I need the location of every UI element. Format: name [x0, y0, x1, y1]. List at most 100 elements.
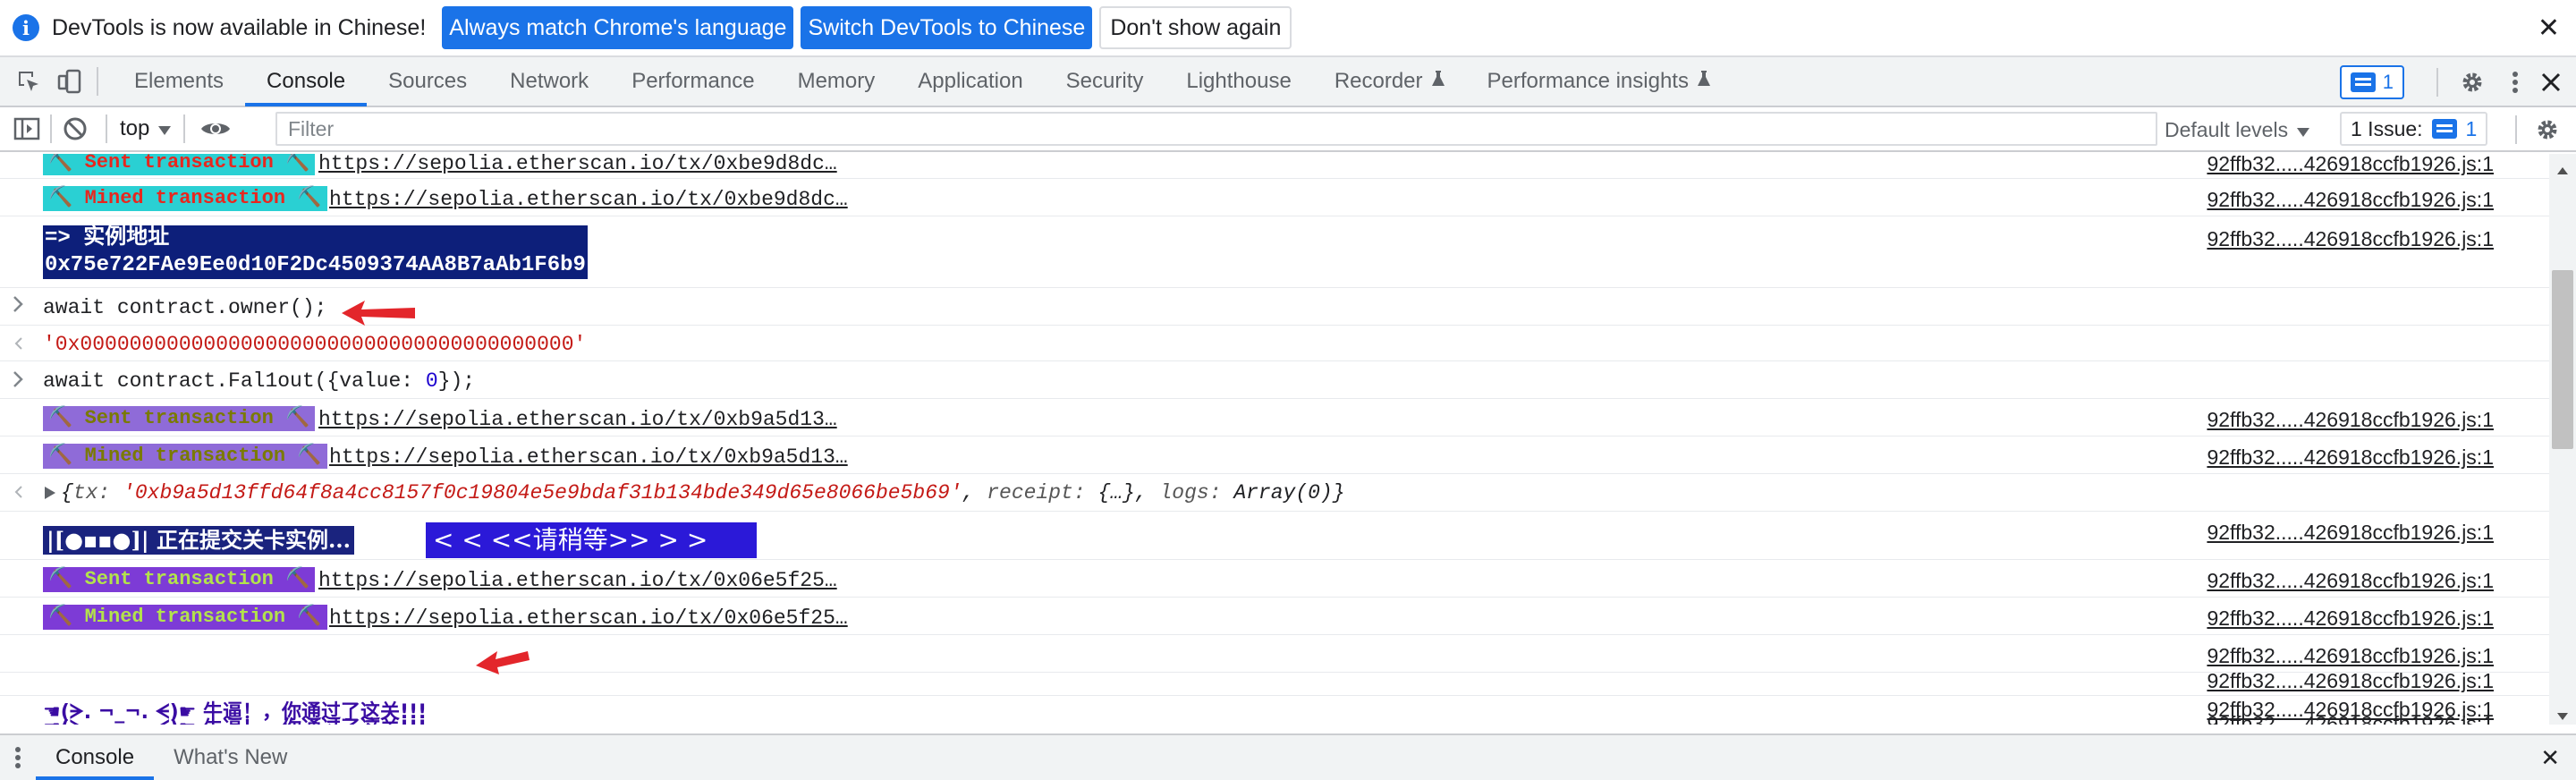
- context-selector-value: top: [120, 116, 150, 140]
- scrollbar-thumb[interactable]: [2552, 270, 2573, 449]
- tab-performance-insights-label: Performance insights: [1487, 69, 1689, 93]
- tab-sources[interactable]: Sources: [367, 56, 488, 106]
- console-message: ⛏️ Mined transaction ⛏️ https://sepolia.…: [0, 599, 2549, 635]
- console-message: |[●▪▪●]| 正在提交关卡实例... < < <<请稍等>> > > 92f…: [0, 513, 2549, 560]
- kebab-menu-icon[interactable]: [0, 744, 36, 771]
- console-output: ⛏️ Sent transaction ⛏️ https://sepolia.e…: [0, 154, 2549, 725]
- issues-label: 1 Issue:: [2351, 116, 2423, 140]
- chevron-down-icon: [2297, 118, 2310, 142]
- context-selector[interactable]: top: [120, 116, 172, 141]
- tab-performance[interactable]: Performance: [610, 56, 775, 106]
- clear-console-icon[interactable]: [57, 111, 93, 147]
- issues-counter-button[interactable]: 1: [2339, 65, 2404, 99]
- inspect-element-icon[interactable]: [11, 64, 47, 99]
- close-icon[interactable]: ✕: [2540, 744, 2560, 772]
- tx-link[interactable]: https://sepolia.etherscan.io/tx/0xbe9d8d…: [318, 154, 837, 175]
- source-link[interactable]: 92ffb32.....426918ccfb1926.js:1: [2207, 445, 2494, 470]
- gear-icon[interactable]: [2529, 112, 2565, 148]
- object-key: receipt:: [987, 481, 1086, 504]
- issues-button[interactable]: 1 Issue: 1: [2340, 112, 2488, 146]
- object-value: Array(0): [1233, 481, 1333, 504]
- chevron-left-icon: [13, 335, 23, 358]
- gear-icon[interactable]: [2454, 64, 2490, 100]
- console-message: ⛏️ Sent transaction ⛏️ https://sepolia.e…: [0, 562, 2549, 598]
- annotation-arrow-icon: [342, 301, 415, 326]
- issues-count: 1: [2465, 116, 2478, 140]
- always-match-language-button[interactable]: Always match Chrome's language: [442, 6, 794, 49]
- message-icon: [2431, 119, 2457, 139]
- console-command-number: 0: [425, 369, 438, 393]
- console-result-row: {tx: '0xb9a5d13ffd64f8a4cc8157f0c19804e5…: [0, 476, 2549, 512]
- tab-performance-insights[interactable]: Performance insights: [1466, 56, 1732, 106]
- toolbar-divider: [183, 114, 186, 143]
- source-link[interactable]: 92ffb32.....426918ccfb1926.js:1: [2207, 606, 2494, 631]
- console-message: ⛏️ Mined transaction ⛏️ https://sepolia.…: [0, 438, 2549, 474]
- source-link[interactable]: 92ffb32.....426918ccfb1926.js:1: [2207, 408, 2494, 432]
- scroll-up-icon[interactable]: [2557, 163, 2568, 179]
- console-message: ☚(ᗒ. ¬_¬. ᗕ)☛ 牛逼！，你通过了这关!!! 92ffb32.....…: [0, 674, 2549, 724]
- annotation-arrow-icon: [476, 651, 530, 674]
- console-input-row: await contract.owner();: [0, 290, 2549, 326]
- console-command-text: await contract.Fal1out({value:: [43, 369, 426, 393]
- console-message: ⛏️ Sent transaction ⛏️ https://sepolia.e…: [0, 154, 2549, 179]
- flask-icon: [1697, 71, 1710, 92]
- eye-icon[interactable]: [198, 111, 233, 147]
- chevron-right-icon: [13, 295, 23, 318]
- console-result-string: '0x0000000000000000000000000000000000000…: [43, 333, 587, 356]
- tabbar-right-controls: 1: [2339, 57, 2576, 107]
- success-message: ☚(ᗒ. ¬_¬. ᗕ)☛ 牛逼！，你通过了这关!!!: [43, 712, 427, 725]
- source-link[interactable]: 92ffb32.....426918ccfb1926.js:1: [2207, 712, 2494, 725]
- console-object-preview[interactable]: {tx: '0xb9a5d13ffd64f8a4cc8157f0c19804e5…: [61, 481, 1345, 504]
- tx-link[interactable]: https://sepolia.etherscan.io/tx/0xbe9d8d…: [329, 188, 848, 211]
- tab-application[interactable]: Application: [896, 56, 1044, 106]
- log-badge: ⛏️ Sent transaction ⛏️: [43, 406, 316, 431]
- source-link[interactable]: 92ffb32.....426918ccfb1926.js:1: [2207, 227, 2494, 251]
- tx-link[interactable]: https://sepolia.etherscan.io/tx/0x06e5f2…: [329, 606, 848, 630]
- flask-icon: [1431, 71, 1445, 92]
- console-scrollbar[interactable]: [2549, 154, 2576, 725]
- scroll-down-icon[interactable]: [2557, 708, 2568, 725]
- sidebar-toggle-icon[interactable]: [9, 111, 45, 147]
- dont-show-again-button[interactable]: Don't show again: [1099, 6, 1292, 49]
- message-icon: [2350, 72, 2376, 92]
- console-input-row: await contract.Fal1out({value: 0});: [0, 363, 2549, 399]
- tx-link[interactable]: https://sepolia.etherscan.io/tx/0x06e5f2…: [318, 569, 837, 592]
- tab-network[interactable]: Network: [488, 56, 610, 106]
- tab-console[interactable]: Console: [245, 56, 368, 106]
- tx-link[interactable]: https://sepolia.etherscan.io/tx/0xb9a5d1…: [329, 445, 848, 469]
- chevron-left-icon: [13, 483, 23, 506]
- triangle-expand-icon[interactable]: [45, 487, 55, 504]
- log-levels-label: Default levels: [2165, 117, 2289, 141]
- instance-address-label: => 实例地址: [45, 226, 170, 250]
- drawer-tab-console[interactable]: Console: [36, 735, 155, 780]
- log-badge: ⛏️ Mined transaction ⛏️: [43, 186, 327, 211]
- tx-link[interactable]: https://sepolia.etherscan.io/tx/0xb9a5d1…: [318, 408, 837, 431]
- drawer-tab-whats-new[interactable]: What's New: [154, 735, 307, 780]
- log-levels-dropdown[interactable]: Default levels: [2165, 107, 2310, 152]
- tab-memory[interactable]: Memory: [776, 56, 897, 106]
- tab-security[interactable]: Security: [1045, 56, 1165, 106]
- submitting-message: |[●▪▪●]| 正在提交关卡实例...: [43, 526, 355, 555]
- tab-lighthouse[interactable]: Lighthouse: [1165, 56, 1312, 106]
- issues-counter-value: 1: [2382, 71, 2394, 93]
- chevron-down-icon: [158, 116, 172, 141]
- console-message: ☚(ᗒ. ¬_¬. ᗕ)☛ 牛逼！，你通过了这关!!! 92ffb32.....…: [0, 710, 2549, 725]
- filter-input[interactable]: Filter: [275, 112, 2157, 146]
- source-link[interactable]: 92ffb32.....426918ccfb1926.js:1: [2207, 521, 2494, 545]
- device-toolbar-icon[interactable]: [52, 64, 88, 99]
- object-key: logs:: [1159, 481, 1222, 504]
- tab-elements[interactable]: Elements: [113, 56, 245, 106]
- close-icon[interactable]: [2533, 64, 2569, 100]
- language-infobar: i DevTools is now available in Chinese! …: [0, 0, 2576, 57]
- close-icon[interactable]: ✕: [2538, 13, 2560, 44]
- kebab-menu-icon[interactable]: [2497, 64, 2533, 100]
- tab-recorder[interactable]: Recorder: [1313, 56, 1466, 106]
- console-result-row: '0x0000000000000000000000000000000000000…: [0, 327, 2549, 361]
- switch-to-chinese-button[interactable]: Switch DevTools to Chinese: [801, 6, 1093, 49]
- source-link[interactable]: 92ffb32.....426918ccfb1926.js:1: [2207, 154, 2494, 176]
- console-command: await contract.owner();: [43, 296, 327, 319]
- source-link[interactable]: 92ffb32.....426918ccfb1926.js:1: [2207, 188, 2494, 212]
- console-message: => 实例地址 0x75e722FAe9Ee0d10F2Dc4509374AA8…: [0, 218, 2549, 288]
- source-link[interactable]: 92ffb32.....426918ccfb1926.js:1: [2207, 644, 2494, 668]
- source-link[interactable]: 92ffb32.....426918ccfb1926.js:1: [2207, 569, 2494, 593]
